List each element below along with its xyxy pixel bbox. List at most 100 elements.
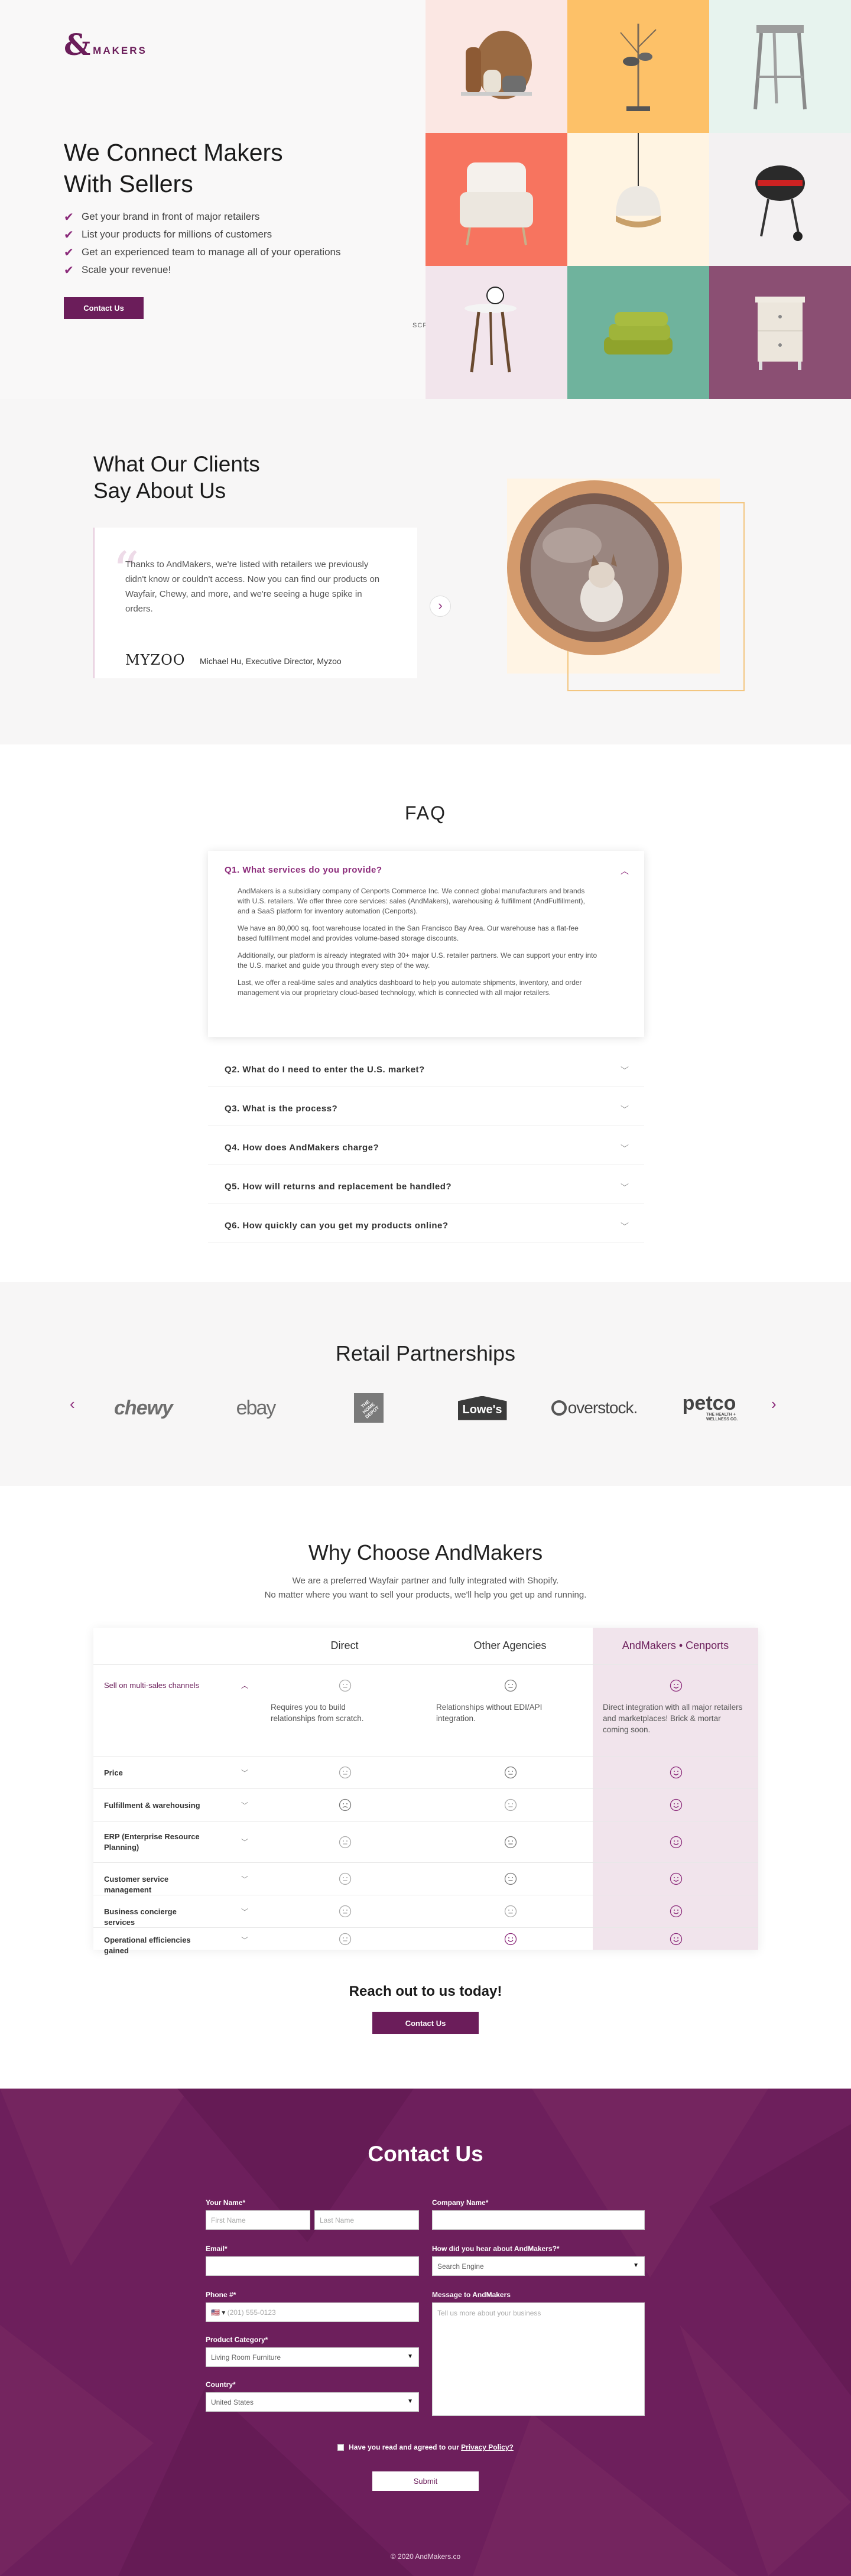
cell-note: Relationships without EDI/API integratio… [436,1703,543,1723]
product-grid [426,0,851,399]
faq-answer-paragraph: We have an 80,000 sq. foot warehouse loc… [238,924,579,942]
partner-logo-lowes: Lowe's [454,1393,511,1423]
partner-logo-text: Lowe's [462,1403,502,1416]
hero-bullet: ✔ Scale your revenue! [64,261,341,279]
happy-face-icon [670,1766,683,1779]
neutral-face-icon [504,1766,517,1779]
faq-question[interactable]: Q6. How quickly can you get my products … [225,1221,449,1231]
row-label[interactable]: Fulfillment & warehousing [104,1800,207,1811]
row-label[interactable]: Customer service management [104,1874,207,1895]
chevron-down-icon[interactable]: ﹀ [621,1143,629,1154]
faq-answer-paragraph: Last, we offer a real-time sales and ana… [238,978,582,997]
faq-question[interactable]: Q3. What is the process? [225,1104,337,1114]
happy-face-icon [670,1905,683,1918]
faq-item[interactable]: Q4. How does AndMakers charge? ﹀ [208,1130,644,1165]
chevron-down-icon[interactable]: ﹀ [241,1935,248,1945]
testimonial-quote: Thanks to AndMakers, we're listed with r… [125,560,380,614]
happy-face-icon [504,1933,517,1946]
pendant-lamp-image [616,133,661,227]
chevron-down-icon[interactable]: ﹀ [241,1874,248,1884]
hero-bullets: ✔ Get your brand in front of major retail… [64,208,341,279]
stool-image [753,25,807,110]
table-row[interactable]: Business concierge services ﹀ [93,1895,758,1927]
chevron-down-icon[interactable]: ﹀ [241,1768,248,1778]
chevron-down-icon[interactable]: ﹀ [621,1104,629,1115]
chevron-down-icon[interactable]: ﹀ [241,1907,248,1917]
testimonial-image [507,480,682,655]
testimonial-next-button[interactable]: › [430,596,451,617]
contact-title: Contact Us [368,2142,483,2166]
tile-grill [709,133,851,266]
table-row[interactable]: Sell on multi-sales channels ︿ Requires … [93,1664,758,1756]
tile-side-table [426,266,567,399]
partner-logo-text: ebay [236,1396,277,1419]
table-row[interactable]: ERP (Enterprise Resource Planning) ﹀ [93,1821,758,1862]
first-name-input[interactable]: First Name [206,2210,310,2230]
chevron-down-icon[interactable]: ﹀ [621,1221,629,1232]
country-select[interactable]: United States ▼ [206,2392,419,2412]
neutral-face-icon [504,1679,517,1692]
table-row[interactable]: Operational efficiencies gained ﹀ [93,1927,758,1955]
happy-face-icon [670,1798,683,1811]
partner-logo-home-depot: THE HOME DEPOT [353,1393,384,1423]
privacy-checkbox[interactable] [337,2444,345,2451]
caret-down-icon: ▼ [407,2398,413,2405]
submit-button[interactable]: Submit [372,2471,479,2491]
nightstand-image [755,297,805,370]
vases-image [461,31,532,99]
reach-contact-button[interactable]: Contact Us [372,2012,479,2034]
privacy-policy-link[interactable]: Privacy Policy? [461,2443,514,2451]
copyright: © 2020 AndMakers.co [390,2552,461,2561]
faq-item[interactable]: Q2. What do I need to enter the U.S. mar… [208,1052,644,1087]
tile-towels [567,266,709,399]
column-header-andmakers: AndMakers • Cenports [622,1640,729,1651]
towels-image [604,312,673,354]
chevron-left-icon[interactable]: ‹ [70,1395,75,1413]
table-row[interactable]: Fulfillment & warehousing ﹀ [93,1788,758,1821]
logo[interactable]: & MAKERS [64,30,147,60]
table-row[interactable]: Price ﹀ [93,1756,758,1788]
row-label[interactable]: ERP (Enterprise Resource Planning) [104,1832,207,1853]
email-input[interactable] [206,2256,419,2276]
table-row[interactable]: Customer service management ﹀ [93,1862,758,1895]
grill-image [755,165,805,241]
chevron-right-icon[interactable]: › [771,1395,777,1413]
cat-bubble-image [520,493,669,642]
us-flag-icon[interactable]: 🇺🇸 ▾ [211,2308,228,2317]
hear-select-value: Search Engine [437,2262,484,2271]
faq-question[interactable]: Q1. What services do you provide? [225,865,382,875]
phone-input[interactable]: 🇺🇸 ▾ (201) 555-0123 [206,2302,419,2322]
neutral-face-icon [339,1836,352,1849]
chevron-up-icon[interactable]: ︿ [241,1680,248,1690]
chevron-up-icon[interactable]: ︿ [621,865,629,877]
faq-question[interactable]: Q5. How will returns and replacement be … [225,1182,452,1192]
partner-logo-text: chewy [114,1396,173,1419]
chevron-down-icon[interactable]: ﹀ [621,1182,629,1193]
hear-select[interactable]: Search Engine ▼ [432,2256,645,2276]
client-logo: MYZOO [125,652,186,668]
comparison-table: Direct Other Agencies AndMakers • Cenpor… [93,1628,758,1955]
faq-question[interactable]: Q2. What do I need to enter the U.S. mar… [225,1065,425,1075]
faq-item[interactable]: Q6. How quickly can you get my products … [208,1208,644,1243]
caret-down-icon: ▼ [633,2262,639,2269]
faq-item[interactable]: Q3. What is the process? ﹀ [208,1091,644,1126]
company-input[interactable] [432,2210,645,2230]
faq-item-open[interactable]: Q1. What services do you provide? ︿ AndM… [208,851,644,1037]
tile-stool [709,0,851,133]
message-textarea[interactable]: Tell us more about your business [432,2302,645,2416]
faq-title: FAQ [404,802,446,824]
faq-item[interactable]: Q5. How will returns and replacement be … [208,1169,644,1204]
row-label[interactable]: Price [104,1768,207,1778]
hero-contact-button[interactable]: Contact Us [64,297,144,319]
chevron-down-icon[interactable]: ﹀ [241,1800,248,1810]
faq-question[interactable]: Q4. How does AndMakers charge? [225,1143,379,1153]
category-select[interactable]: Living Room Furniture ▼ [206,2347,419,2367]
chevron-down-icon[interactable]: ﹀ [621,1065,629,1076]
chevron-down-icon[interactable]: ﹀ [241,1837,248,1847]
row-label[interactable]: Operational efficiencies gained [104,1935,207,1956]
hero-bullet: ✔ List your products for millions of cust… [64,226,341,243]
row-label[interactable]: Sell on multi-sales channels [104,1680,207,1691]
last-name-input[interactable]: Last Name [314,2210,419,2230]
name-label: Your Name* [206,2198,246,2207]
row-label[interactable]: Business concierge services [104,1907,207,1928]
